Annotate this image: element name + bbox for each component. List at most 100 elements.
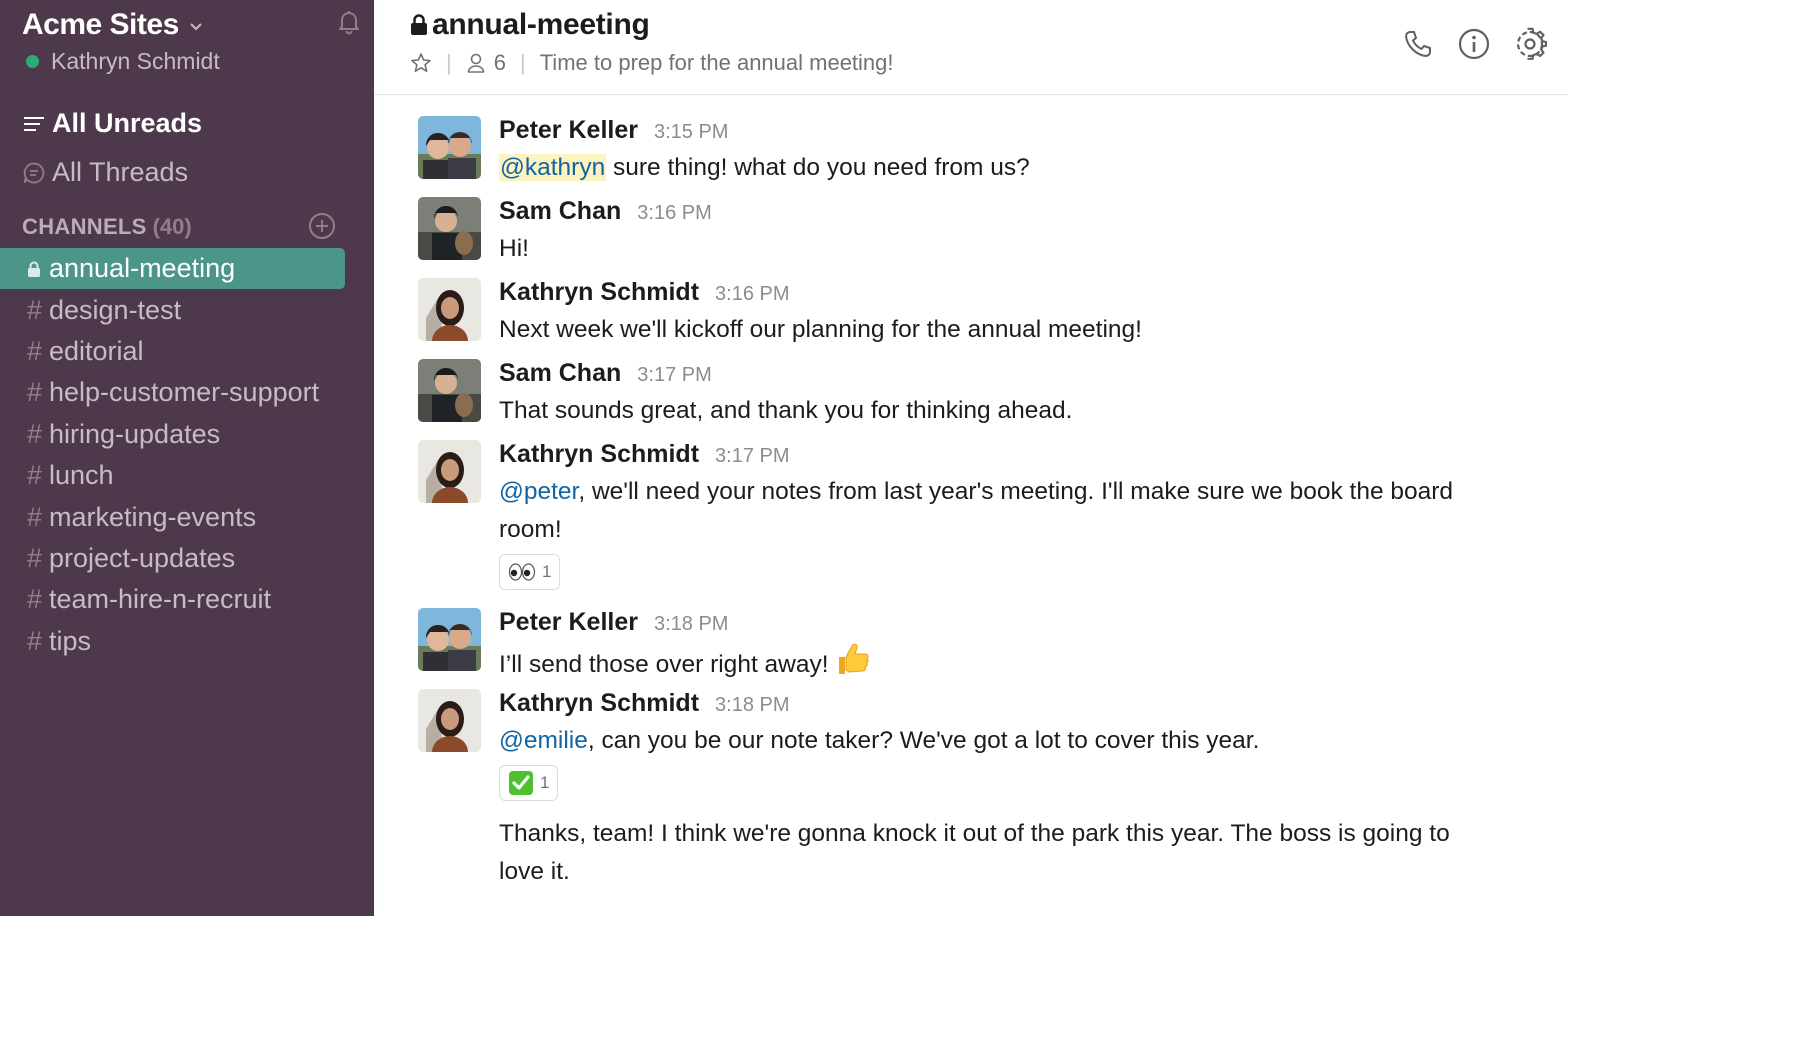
message-time[interactable]: 3:16 PM xyxy=(637,202,711,225)
message-time[interactable]: 3:18 PM xyxy=(654,613,728,636)
hash-icon: # xyxy=(27,377,43,408)
hash-icon: # xyxy=(27,418,43,449)
channel-list: annual-meeting # design-test # editorial… xyxy=(0,248,374,662)
message-time[interactable]: 3:18 PM xyxy=(715,694,789,717)
channel-name: team-hire-n-recruit xyxy=(49,584,272,615)
message-author[interactable]: Sam Chan xyxy=(499,359,621,388)
message-list: Peter Keller 3:15 PM @kathryn sure thing… xyxy=(374,96,1568,916)
gear-icon[interactable] xyxy=(1512,26,1548,62)
avatar-peter-keller[interactable] xyxy=(418,608,481,671)
hash-icon: # xyxy=(27,335,43,366)
team-name[interactable]: Acme Sites xyxy=(22,8,179,42)
channel-item-editorial[interactable]: # editorial xyxy=(0,331,345,372)
nav-all-threads[interactable]: All Threads xyxy=(22,157,188,188)
meta-separator: | xyxy=(446,50,452,75)
mention-link[interactable]: @emilie xyxy=(499,727,588,754)
hash-icon: # xyxy=(27,501,43,532)
channel-title[interactable]: annual-meeting xyxy=(432,8,650,42)
message-text: I’ll send those over right away! xyxy=(499,641,1468,689)
nav-all-unreads[interactable]: All Unreads xyxy=(22,108,202,139)
message-author[interactable]: Peter Keller xyxy=(499,116,638,145)
channels-title[interactable]: CHANNELS xyxy=(22,214,147,240)
message-text-content: , can you be our note taker? We've got a… xyxy=(587,727,1260,754)
message-author[interactable]: Peter Keller xyxy=(499,608,638,637)
hash-icon: # xyxy=(27,294,43,325)
add-channel-icon[interactable] xyxy=(308,212,336,245)
sidebar: Acme Sites Kathryn Schmidt All Unreads A… xyxy=(0,0,374,916)
message-text: Hi! xyxy=(499,235,529,262)
channel-item-tips[interactable]: # tips xyxy=(0,621,345,662)
channel-header: annual-meeting | 6 | Time to prep for th… xyxy=(374,0,1568,95)
channel-name: lunch xyxy=(49,460,114,491)
hash-icon: # xyxy=(27,625,43,656)
nav-label: All Threads xyxy=(52,157,189,187)
message-text: That sounds great, and thank you for thi… xyxy=(499,397,1073,424)
presence-indicator xyxy=(26,55,39,68)
channel-item-lunch[interactable]: # lunch xyxy=(0,455,345,496)
channel-item-marketing-events[interactable]: # marketing-events xyxy=(0,496,345,537)
thumbs-up-emoji-icon xyxy=(835,641,871,689)
channel-name: project-updates xyxy=(49,542,236,573)
main-pane: annual-meeting | 6 | Time to prep for th… xyxy=(374,0,1568,916)
star-icon[interactable] xyxy=(410,52,432,74)
message-text-content: , we'll need your notes from last year's… xyxy=(499,478,1454,543)
members-button[interactable]: 6 xyxy=(466,50,506,76)
nav-label: All Unreads xyxy=(52,108,203,138)
message-time[interactable]: 3:17 PM xyxy=(715,445,789,468)
threads-icon xyxy=(22,161,46,185)
member-count: 6 xyxy=(493,50,506,75)
avatar-kathryn-schmidt[interactable] xyxy=(418,689,481,752)
avatar-peter-keller[interactable] xyxy=(418,116,481,179)
reaction-count: 1 xyxy=(542,562,552,581)
channel-item-project-updates[interactable]: # project-updates xyxy=(0,538,345,579)
channel-name: design-test xyxy=(49,294,182,325)
channel-name: tips xyxy=(49,625,92,656)
reaction-eyes[interactable]: 1 xyxy=(499,554,561,590)
message-text: Thanks, team! I think we're gonna knock … xyxy=(499,820,1450,885)
channel-item-help-customer-support[interactable]: # help-customer-support xyxy=(0,372,345,413)
message-time[interactable]: 3:16 PM xyxy=(715,283,789,306)
phone-icon[interactable] xyxy=(1400,26,1436,62)
hash-icon: # xyxy=(27,460,43,491)
meta-separator: | xyxy=(519,50,526,75)
current-user-name: Kathryn Schmidt xyxy=(51,48,220,74)
message-author[interactable]: Kathryn Schmidt xyxy=(499,278,699,307)
message-author[interactable]: Sam Chan xyxy=(499,197,621,226)
message-time[interactable]: 3:17 PM xyxy=(637,364,711,387)
message-time[interactable]: 3:15 PM xyxy=(654,121,728,144)
message-author[interactable]: Kathryn Schmidt xyxy=(499,689,699,718)
channel-name: annual-meeting xyxy=(49,253,236,284)
team-header[interactable]: Acme Sites Kathryn Schmidt xyxy=(22,8,354,75)
message-text: Next week we'll kickoff our planning for… xyxy=(499,316,1142,343)
channel-topic[interactable]: Time to prep for the annual meeting! xyxy=(540,50,894,76)
member-icon xyxy=(466,52,486,74)
message-author[interactable]: Kathryn Schmidt xyxy=(499,440,699,469)
avatar-kathryn-schmidt[interactable] xyxy=(418,278,481,341)
message-text: @kathryn sure thing! what do you need fr… xyxy=(499,149,1468,187)
mention-link[interactable]: @peter xyxy=(499,478,578,505)
avatar-sam-chan[interactable] xyxy=(418,197,481,260)
message-text-content: I’ll send those over right away! xyxy=(499,651,829,678)
message-text: @peter, we'll need your notes from last … xyxy=(499,473,1468,549)
info-icon[interactable] xyxy=(1456,26,1492,62)
channel-item-hiring-updates[interactable]: # hiring-updates xyxy=(0,414,345,455)
mention-link[interactable]: @kathryn xyxy=(499,154,607,181)
bell-icon[interactable] xyxy=(334,6,364,41)
channel-name: hiring-updates xyxy=(49,418,221,449)
reaction-check-mark[interactable]: 1 xyxy=(499,765,559,801)
channel-item-team-hire-n-recruit[interactable]: # team-hire-n-recruit xyxy=(0,579,345,620)
channel-item-annual-meeting[interactable]: annual-meeting xyxy=(0,248,345,290)
avatar-kathryn-schmidt[interactable] xyxy=(418,440,481,503)
hash-icon: # xyxy=(27,542,43,573)
avatar-sam-chan[interactable] xyxy=(418,359,481,422)
channels-section-header[interactable]: CHANNELS (40) xyxy=(22,213,336,240)
reaction-count: 1 xyxy=(540,773,550,792)
channel-name: editorial xyxy=(49,335,144,366)
chevron-down-icon[interactable] xyxy=(189,22,203,32)
message-text-content: sure thing! what do you need from us? xyxy=(606,154,1030,181)
channel-item-design-test[interactable]: # design-test xyxy=(0,289,345,330)
channels-count: (40) xyxy=(152,214,192,239)
message-text: @emilie, can you be our note taker? We'v… xyxy=(499,722,1468,760)
hash-icon: # xyxy=(27,584,43,615)
lock-icon xyxy=(410,14,428,36)
